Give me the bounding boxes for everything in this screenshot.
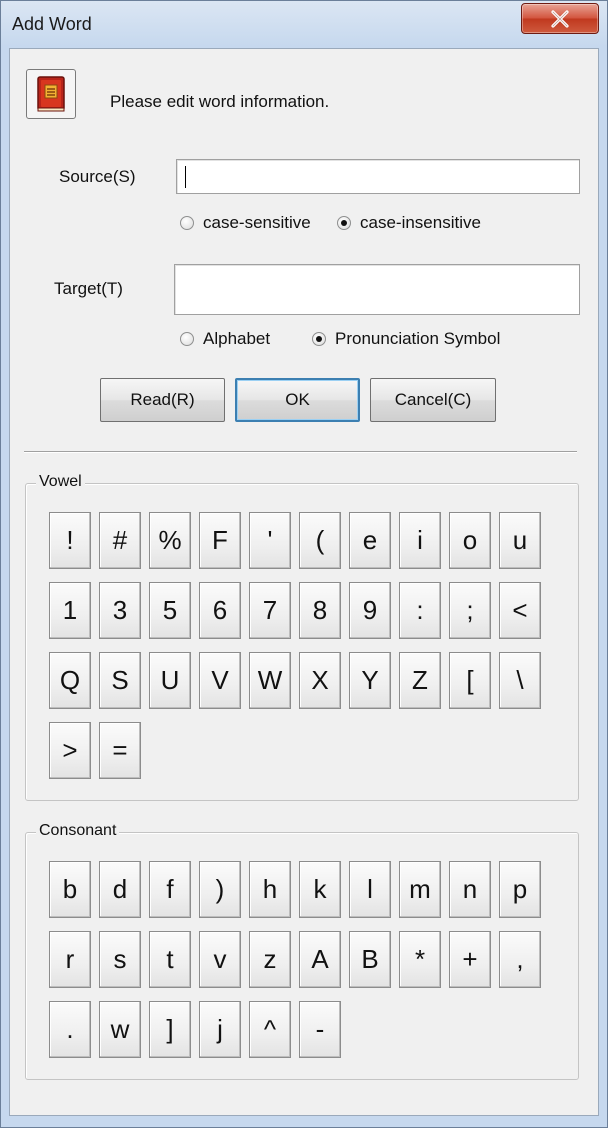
case-sensitive-label: case-sensitive	[203, 213, 311, 232]
vowel-key[interactable]: 7	[249, 582, 291, 639]
consonant-key[interactable]: *	[399, 931, 441, 988]
consonant-key[interactable]: B	[349, 931, 391, 988]
consonant-key[interactable]: l	[349, 861, 391, 918]
ok-button[interactable]: OK	[235, 378, 360, 422]
vowel-key[interactable]: i	[399, 512, 441, 569]
text-caret	[185, 166, 186, 188]
consonant-key[interactable]: A	[299, 931, 341, 988]
vowel-key[interactable]: (	[299, 512, 341, 569]
consonant-key[interactable]: b	[49, 861, 91, 918]
vowel-key[interactable]: V	[199, 652, 241, 709]
consonant-group-label: Consonant	[36, 822, 120, 840]
vowel-key[interactable]: %	[149, 512, 191, 569]
consonant-key[interactable]: +	[449, 931, 491, 988]
vowel-key[interactable]: 9	[349, 582, 391, 639]
vowel-key[interactable]: F	[199, 512, 241, 569]
consonant-key[interactable]: ,	[499, 931, 541, 988]
vowel-key[interactable]: \	[499, 652, 541, 709]
vowel-group-label: Vowel	[36, 473, 85, 491]
vowel-key[interactable]: 3	[99, 582, 141, 639]
case-sensitive-radio[interactable]: case-sensitive	[180, 213, 311, 233]
book-icon	[26, 69, 76, 119]
vowel-key[interactable]: <	[499, 582, 541, 639]
vowel-group: Vowel ! #% F '(e i o u 1 3 5 6 7 8 9:; < Q S U V W X Y Z[\ > =	[25, 473, 579, 801]
vowel-key[interactable]: =	[99, 722, 141, 779]
consonant-key[interactable]: h	[249, 861, 291, 918]
vowel-key[interactable]: '	[249, 512, 291, 569]
dialog-body: Please edit word information. Source(S) …	[9, 48, 599, 1116]
alphabet-radio[interactable]: Alphabet	[180, 329, 270, 349]
consonant-key[interactable]: .	[49, 1001, 91, 1058]
consonant-key[interactable]: r	[49, 931, 91, 988]
consonant-key[interactable]: ]	[149, 1001, 191, 1058]
consonant-key[interactable]: p	[499, 861, 541, 918]
consonant-key[interactable]: n	[449, 861, 491, 918]
vowel-key[interactable]: Q	[49, 652, 91, 709]
consonant-key[interactable]: m	[399, 861, 441, 918]
vowel-key[interactable]: W	[249, 652, 291, 709]
vowel-key[interactable]: o	[449, 512, 491, 569]
radio-button-icon	[180, 332, 194, 346]
vowel-key[interactable]: 6	[199, 582, 241, 639]
consonant-key[interactable]: -	[299, 1001, 341, 1058]
vowel-key[interactable]: #	[99, 512, 141, 569]
consonant-group: Consonant b d f) h k l m n p r s t v z A B * +,. w] j ^ -	[25, 822, 579, 1080]
vowel-key[interactable]: >	[49, 722, 91, 779]
case-insensitive-radio[interactable]: case-insensitive	[337, 213, 481, 233]
close-button[interactable]	[521, 3, 599, 34]
vowel-key[interactable]: 5	[149, 582, 191, 639]
vowel-key[interactable]: 1	[49, 582, 91, 639]
vowel-key[interactable]: S	[99, 652, 141, 709]
consonant-keypad: b d f) h k l m n p r s t v z A B * +,. w] j ^ -	[49, 861, 541, 1058]
consonant-key[interactable]: d	[99, 861, 141, 918]
cancel-button[interactable]: Cancel(C)	[370, 378, 496, 422]
window-title: Add Word	[12, 14, 92, 34]
vowel-key[interactable]: :	[399, 582, 441, 639]
consonant-key[interactable]: f	[149, 861, 191, 918]
vowel-key[interactable]: Y	[349, 652, 391, 709]
pronunciation-symbol-label: Pronunciation Symbol	[335, 329, 501, 348]
source-label: Source(S)	[59, 167, 136, 186]
pronunciation-symbol-radio[interactable]: Pronunciation Symbol	[312, 329, 500, 349]
vowel-key[interactable]: X	[299, 652, 341, 709]
vowel-key[interactable]: U	[149, 652, 191, 709]
consonant-key[interactable]: k	[299, 861, 341, 918]
vowel-keypad: ! #% F '(e i o u 1 3 5 6 7 8 9:; < Q S U V W X Y Z[\ > =	[49, 512, 541, 779]
separator	[24, 451, 577, 453]
alphabet-label: Alphabet	[203, 329, 271, 348]
radio-button-checked-icon	[312, 332, 326, 346]
consonant-key[interactable]: )	[199, 861, 241, 918]
consonant-key[interactable]: t	[149, 931, 191, 988]
vowel-key[interactable]: 8	[299, 582, 341, 639]
vowel-key[interactable]: e	[349, 512, 391, 569]
vowel-key[interactable]: [	[449, 652, 491, 709]
read-button[interactable]: Read(R)	[100, 378, 225, 422]
add-word-window: Add Word Please edit word information. S…	[0, 0, 608, 1128]
vowel-key[interactable]: u	[499, 512, 541, 569]
radio-button-checked-icon	[337, 216, 351, 230]
consonant-key[interactable]: s	[99, 931, 141, 988]
vowel-key[interactable]: ;	[449, 582, 491, 639]
vowel-key[interactable]: Z	[399, 652, 441, 709]
source-input[interactable]	[176, 159, 580, 194]
target-input[interactable]	[174, 264, 580, 315]
consonant-key[interactable]: z	[249, 931, 291, 988]
case-insensitive-label: case-insensitive	[360, 213, 481, 232]
consonant-key[interactable]: ^	[249, 1001, 291, 1058]
consonant-key[interactable]: w	[99, 1001, 141, 1058]
dialog-prompt: Please edit word information.	[110, 92, 330, 111]
radio-button-icon	[180, 216, 194, 230]
title-bar[interactable]: Add Word	[1, 1, 607, 47]
target-label: Target(T)	[54, 279, 123, 298]
consonant-key[interactable]: j	[199, 1001, 241, 1058]
consonant-key[interactable]: v	[199, 931, 241, 988]
close-icon	[551, 9, 569, 28]
vowel-key[interactable]: !	[49, 512, 91, 569]
